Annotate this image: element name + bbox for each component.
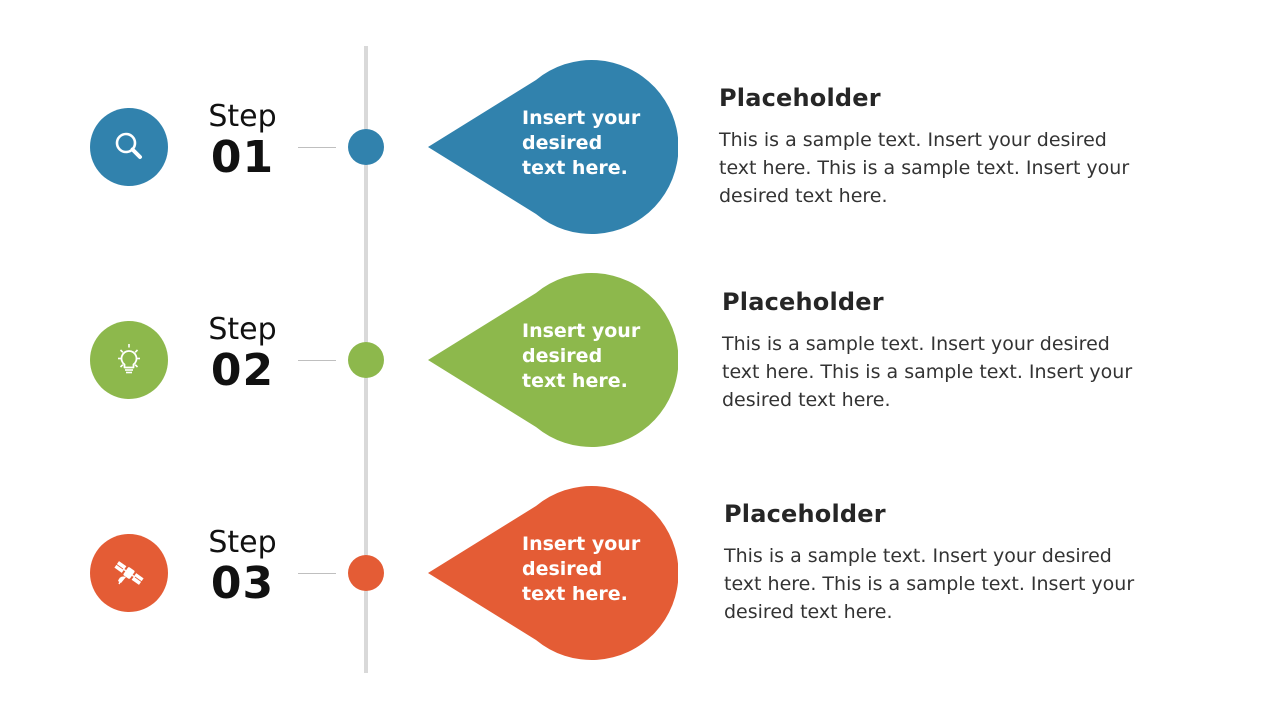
callout-text: Insert your desired text here. [522, 107, 641, 179]
step-row-1: Step 01 Insert your desired text here. P… [0, 40, 1280, 253]
timeline-dot [348, 555, 384, 591]
description-body: This is a sample text. Insert your desir… [719, 129, 1130, 207]
timeline-dot [348, 129, 384, 165]
step-word: Step [208, 99, 277, 134]
teardrop-callout: Insert your desired text here. [426, 484, 678, 662]
step-label: Step 03 [195, 528, 290, 606]
step-description: Placeholder This is a sample text. Inser… [724, 500, 1164, 626]
magnifier-search-icon [115, 132, 142, 159]
description-title: Placeholder [719, 84, 881, 112]
teardrop-callout: Insert your desired text here. [426, 271, 678, 449]
description-body: This is a sample text. Insert your desir… [724, 545, 1135, 623]
description-body: This is a sample text. Insert your desir… [722, 333, 1133, 411]
step-number: 02 [210, 345, 275, 396]
teardrop-callout: Insert your desired text here. [426, 58, 678, 236]
step-icon-circle [90, 108, 168, 186]
step-row-2: Step 02 Insert your desired text here. P… [0, 253, 1280, 466]
step-word: Step [208, 312, 277, 347]
connector-line [298, 147, 336, 148]
connector-line [298, 360, 336, 361]
step-description: Placeholder This is a sample text. Inser… [719, 84, 1159, 210]
step-label: Step 01 [195, 102, 290, 180]
description-title: Placeholder [724, 500, 886, 528]
step-row-3: Step 03 Insert your desired text here. P… [0, 466, 1280, 679]
step-icon-circle [90, 321, 168, 399]
lightbulb-icon [118, 344, 140, 374]
connector-line [298, 573, 336, 574]
step-icon-circle [90, 534, 168, 612]
step-description: Placeholder This is a sample text. Inser… [722, 288, 1162, 414]
timeline-dot [348, 342, 384, 378]
callout-text: Insert your desired text here. [522, 533, 641, 605]
step-number: 01 [210, 132, 275, 183]
step-label: Step 02 [195, 315, 290, 393]
step-word: Step [208, 525, 277, 560]
satellite-icon [114, 561, 144, 585]
callout-text: Insert your desired text here. [522, 320, 641, 392]
step-number: 03 [210, 558, 275, 609]
description-title: Placeholder [722, 288, 884, 316]
